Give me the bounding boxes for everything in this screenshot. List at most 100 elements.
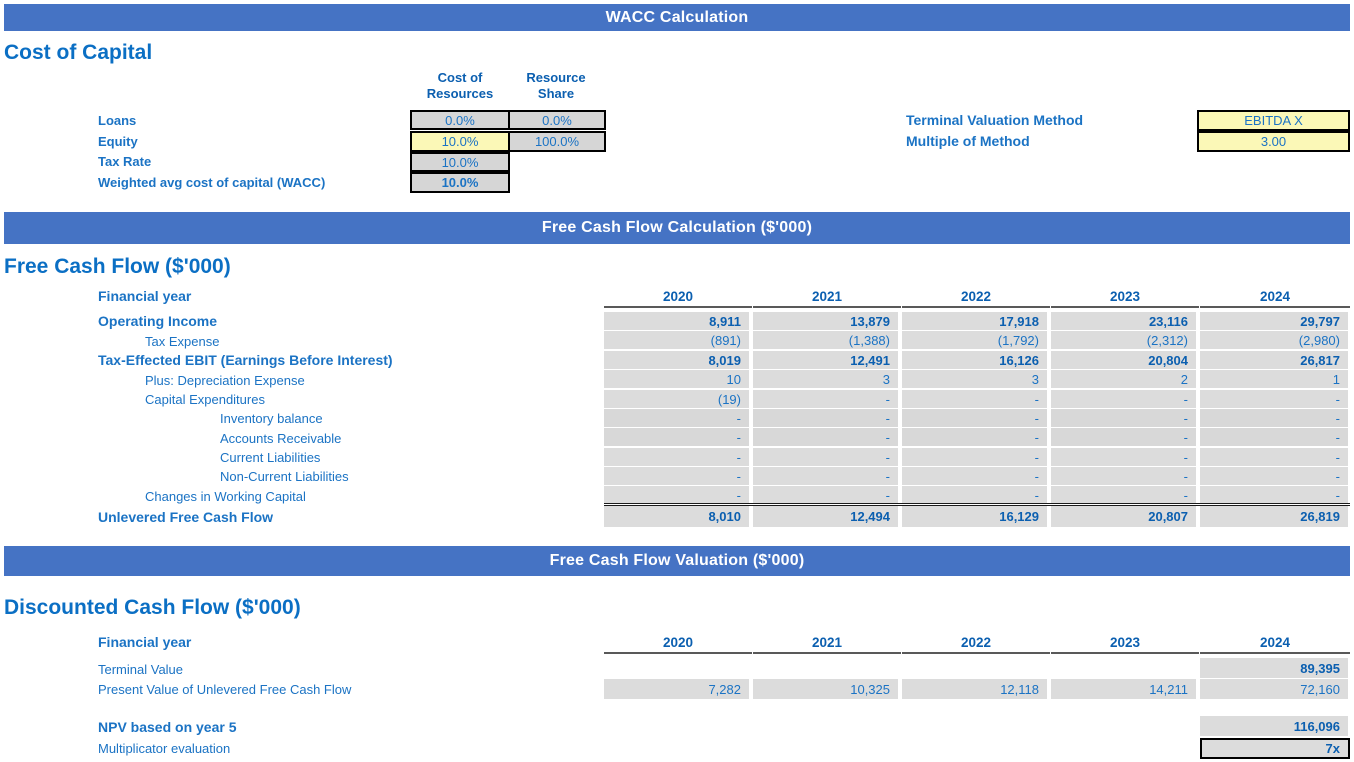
cell-value: 13,879: [850, 313, 890, 329]
fcf-cell-r7-c0[interactable]: -: [604, 448, 751, 466]
fcf-cell-r5-c4[interactable]: -: [1200, 409, 1350, 427]
fcf-cell-r2-c0[interactable]: 8,019: [604, 351, 751, 369]
fcf-cell-r9-c3[interactable]: -: [1051, 486, 1198, 504]
fcf-total-cell-c1[interactable]: 12,494: [753, 506, 900, 527]
fcf-cell-r1-c0[interactable]: (891): [604, 331, 751, 349]
cell-value: -: [885, 487, 890, 503]
fcf-cell-r6-c2[interactable]: -: [902, 428, 1049, 446]
col-header-resource-share-line1: Resource: [526, 70, 586, 85]
free-cash-flow-title: Free Cash Flow ($'000): [4, 255, 231, 278]
fcf-cell-r8-c3[interactable]: -: [1051, 467, 1198, 485]
cell-wacc-value[interactable]: 10.0%: [410, 172, 510, 193]
fcf-cell-r3-c4[interactable]: 1: [1200, 370, 1350, 388]
cell-value: 16,126: [999, 352, 1039, 368]
fcf-cell-r4-c4[interactable]: -: [1200, 390, 1350, 408]
banner-wacc-label: WACC Calculation: [605, 8, 749, 26]
dcf-multiplicator-value[interactable]: 7x: [1200, 738, 1350, 759]
fcf-cell-r3-c2[interactable]: 3: [902, 370, 1049, 388]
label-terminal-valuation-method: Terminal Valuation Method: [906, 112, 1084, 128]
cell-value: -: [1335, 391, 1340, 407]
fcf-total-cell-c2[interactable]: 16,129: [902, 506, 1049, 527]
cell-value: -: [1335, 449, 1340, 465]
fcf-year-header-2020: 2020: [604, 289, 752, 308]
fcf-cell-r0-c2[interactable]: 17,918: [902, 312, 1049, 330]
fcf-cell-r9-c0[interactable]: -: [604, 486, 751, 504]
fcf-year-header-2021: 2021: [753, 289, 901, 308]
fcf-cell-r3-c1[interactable]: 3: [753, 370, 900, 388]
col-header-cost-of-resources-line1: Cost of: [437, 70, 483, 85]
cell-value: 12,494: [850, 509, 890, 524]
cell-value: 20,804: [1148, 352, 1188, 368]
dcf-year-header-2020: 2020: [604, 635, 752, 654]
fcf-cell-r6-c1[interactable]: -: [753, 428, 900, 446]
input-multiple-of-method[interactable]: 3.00: [1197, 131, 1350, 152]
dcf-row-label-terminal-value: Terminal Value: [98, 662, 184, 677]
fcf-cell-r6-c3[interactable]: -: [1051, 428, 1198, 446]
fcf-cell-r3-c0[interactable]: 10: [604, 370, 751, 388]
fcf-cell-r9-c4[interactable]: -: [1200, 486, 1350, 504]
fcf-cell-r1-c1[interactable]: (1,388): [753, 331, 900, 349]
cell-loans-cost-of-resources[interactable]: 0.0%: [410, 110, 510, 130]
fcf-cell-r0-c3[interactable]: 23,116: [1051, 312, 1198, 330]
cell-value: -: [1183, 410, 1188, 426]
fcf-total-cell-c3[interactable]: 20,807: [1051, 506, 1198, 527]
fcf-cell-r7-c2[interactable]: -: [902, 448, 1049, 466]
fcf-cell-r2-c1[interactable]: 12,491: [753, 351, 900, 369]
cell-tax-rate-cost-of-resources[interactable]: 10.0%: [410, 152, 510, 172]
fcf-cell-r5-c1[interactable]: -: [753, 409, 900, 427]
dcf-npv-value[interactable]: 116,096: [1200, 716, 1350, 736]
cell-value: 12,491: [850, 352, 890, 368]
fcf-cell-r7-c1[interactable]: -: [753, 448, 900, 466]
fcf-cell-r4-c3[interactable]: -: [1051, 390, 1198, 408]
fcf-cell-r8-c4[interactable]: -: [1200, 467, 1350, 485]
cell-equity-cost-of-resources[interactable]: 10.0%: [410, 131, 510, 152]
fcf-cell-r4-c1[interactable]: -: [753, 390, 900, 408]
cell-value: -: [736, 449, 741, 465]
dcf-cell-r0-c4[interactable]: 89,395: [1200, 658, 1350, 678]
fcf-cell-r1-c2[interactable]: (1,792): [902, 331, 1049, 349]
fcf-cell-r2-c3[interactable]: 20,804: [1051, 351, 1198, 369]
fcf-total-cell-c4[interactable]: 26,819: [1200, 506, 1350, 527]
fcf-row-label-tax-effected-ebit: Tax-Effected EBIT (Earnings Before Inter…: [98, 352, 393, 368]
dcf-cell-r1-c2[interactable]: 12,118: [902, 679, 1049, 699]
fcf-cell-r3-c3[interactable]: 2: [1051, 370, 1198, 388]
dcf-row-label-npv: NPV based on year 5: [98, 719, 237, 735]
fcf-cell-r9-c2[interactable]: -: [902, 486, 1049, 504]
fcf-cell-r4-c0[interactable]: (19): [604, 390, 751, 408]
fcf-row-label-depreciation-expense: Plus: Depreciation Expense: [145, 373, 305, 388]
fcf-cell-r0-c4[interactable]: 29,797: [1200, 312, 1350, 330]
fcf-cell-r5-c0[interactable]: -: [604, 409, 751, 427]
fcf-cell-r4-c2[interactable]: -: [902, 390, 1049, 408]
fcf-total-cell-c0[interactable]: 8,010: [604, 506, 751, 527]
spreadsheet-page: WACC Calculation Cost of Capital Cost of…: [0, 0, 1354, 762]
fcf-cell-r8-c0[interactable]: -: [604, 467, 751, 485]
cell-value: 3: [882, 371, 890, 387]
dcf-cell-r1-c4[interactable]: 72,160: [1200, 679, 1350, 699]
dcf-cell-r1-c0[interactable]: 7,282: [604, 679, 751, 699]
fcf-cell-r6-c4[interactable]: -: [1200, 428, 1350, 446]
fcf-cell-r1-c4[interactable]: (2,980): [1200, 331, 1350, 349]
input-terminal-valuation-method[interactable]: EBITDA X: [1197, 110, 1350, 131]
row-label-wacc: Weighted avg cost of capital (WACC): [98, 175, 326, 190]
cell-value: 26,819: [1300, 509, 1340, 524]
cell-loans-resource-share[interactable]: 0.0%: [508, 110, 606, 130]
fcf-cell-r7-c3[interactable]: -: [1051, 448, 1198, 466]
fcf-cell-r2-c2[interactable]: 16,126: [902, 351, 1049, 369]
dcf-cell-r1-c1[interactable]: 10,325: [753, 679, 900, 699]
cell-equity-resource-share[interactable]: 100.0%: [508, 131, 606, 152]
fcf-cell-r6-c0[interactable]: -: [604, 428, 751, 446]
fcf-cell-r7-c4[interactable]: -: [1200, 448, 1350, 466]
fcf-cell-r0-c0[interactable]: 8,911: [604, 312, 751, 330]
fcf-cell-r1-c3[interactable]: (2,312): [1051, 331, 1198, 349]
fcf-cell-r0-c1[interactable]: 13,879: [753, 312, 900, 330]
dcf-cell-r1-c3[interactable]: 14,211: [1051, 679, 1198, 699]
fcf-cell-r9-c1[interactable]: -: [753, 486, 900, 504]
dcf-year-header-2021: 2021: [753, 635, 901, 654]
fcf-cell-r2-c4[interactable]: 26,817: [1200, 351, 1350, 369]
fcf-cell-r8-c1[interactable]: -: [753, 467, 900, 485]
banner-free-cash-flow-valuation: Free Cash Flow Valuation ($'000): [4, 546, 1350, 576]
fcf-cell-r5-c3[interactable]: -: [1051, 409, 1198, 427]
fcf-cell-r5-c2[interactable]: -: [902, 409, 1049, 427]
cell-value: 8,010: [708, 509, 741, 524]
fcf-cell-r8-c2[interactable]: -: [902, 467, 1049, 485]
